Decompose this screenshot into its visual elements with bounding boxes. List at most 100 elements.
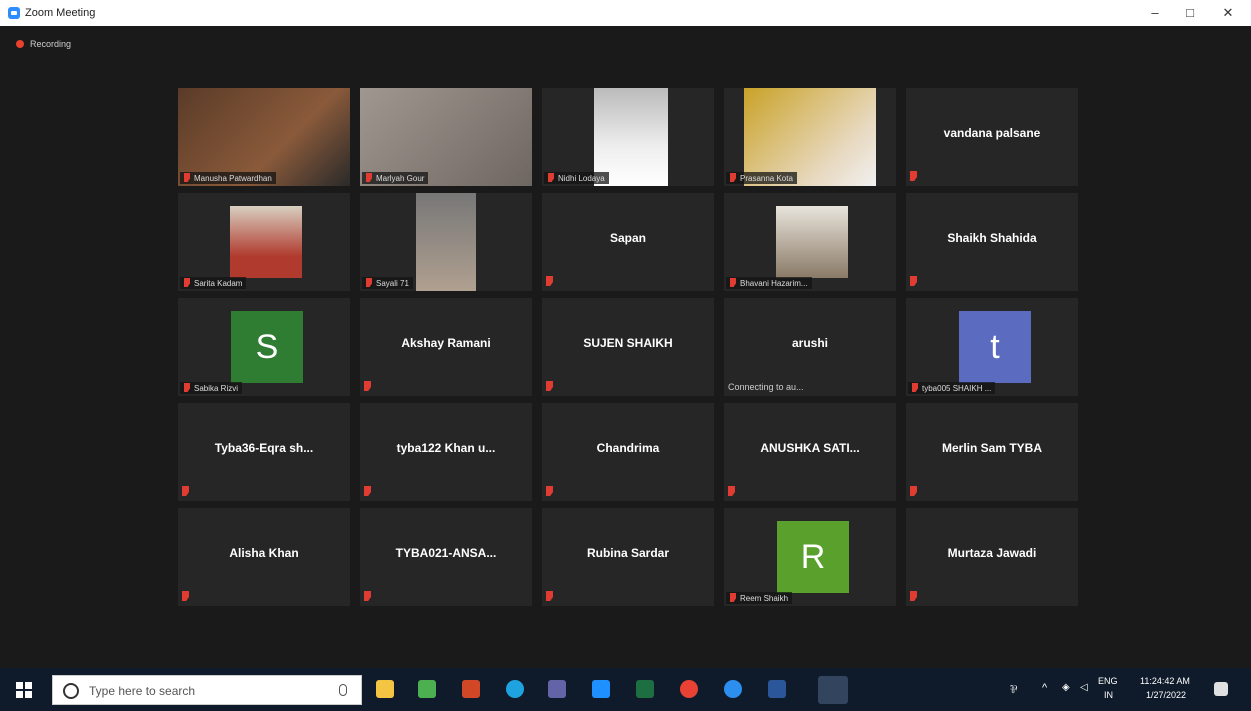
participant-tile[interactable]: Nidhi Lodaya	[542, 88, 714, 186]
mic-muted-icon	[546, 591, 553, 601]
internet-explorer-icon[interactable]	[724, 680, 742, 698]
participant-name: vandana palsane	[943, 126, 1041, 140]
region-label[interactable]: IN	[1104, 690, 1113, 700]
microphone-icon[interactable]	[339, 684, 347, 696]
zoom-app-icon	[8, 7, 20, 19]
participant-avatar: t	[959, 311, 1031, 383]
meeting-gallery-view: Recording Manusha Patwardhan Marlyah Gour…	[0, 26, 1251, 668]
zoom-taskbar-icon[interactable]	[818, 676, 848, 704]
participant-tile[interactable]: t tyba005 SHAIKH ...	[906, 298, 1078, 396]
search-placeholder: Type here to search	[89, 684, 196, 698]
mic-muted-icon	[910, 171, 917, 181]
participant-name: Chandrima	[596, 441, 660, 455]
mic-muted-icon	[730, 173, 736, 182]
participant-name-label: Bhavani Hazarim...	[726, 277, 812, 289]
mic-muted-icon	[184, 278, 190, 287]
participant-name: TYBA021-ANSA...	[395, 546, 497, 560]
participant-name: Murtaza Jawadi	[947, 546, 1037, 560]
participant-tile[interactable]: Merlin Sam TYBA	[906, 403, 1078, 501]
participant-tile[interactable]: Sayali 71	[360, 193, 532, 291]
participant-name-label: Sabika Rizvi	[180, 382, 243, 394]
participant-tile[interactable]: Tyba36-Eqra sh...	[178, 403, 350, 501]
mic-muted-icon	[184, 383, 190, 392]
mail-icon[interactable]	[592, 680, 610, 698]
window-title: Zoom Meeting	[25, 7, 96, 19]
mic-muted-icon	[912, 383, 918, 392]
clock-date[interactable]: 1/27/2022	[1146, 690, 1186, 700]
mic-muted-icon	[546, 486, 553, 496]
participant-tile[interactable]: Prasanna Kota	[724, 88, 896, 186]
excel-icon[interactable]	[636, 680, 654, 698]
chrome-icon[interactable]	[680, 680, 698, 698]
network-icon[interactable]: ◈	[1062, 682, 1070, 693]
word-icon[interactable]	[768, 680, 786, 698]
participant-name-label: Marlyah Gour	[362, 172, 429, 184]
record-icon	[16, 40, 24, 48]
mic-muted-icon	[364, 591, 371, 601]
participant-tile[interactable]: Sarita Kadam	[178, 193, 350, 291]
participant-tile[interactable]: tyba122 Khan u...	[360, 403, 532, 501]
participant-tile[interactable]: Akshay Ramani	[360, 298, 532, 396]
connecting-audio-status: Connecting to au...	[728, 382, 804, 392]
mic-muted-icon	[548, 173, 554, 182]
participant-tile[interactable]: Murtaza Jawadi	[906, 508, 1078, 606]
mic-muted-icon	[730, 278, 736, 287]
participant-tile[interactable]: Bhavani Hazarim...	[724, 193, 896, 291]
people-icon[interactable]: ⅌	[1010, 682, 1017, 697]
mic-muted-icon	[910, 486, 917, 496]
windows-start-button[interactable]	[16, 682, 32, 698]
mic-muted-icon	[546, 276, 553, 286]
participant-name-label: Sarita Kadam	[180, 277, 247, 289]
mic-muted-icon	[182, 486, 189, 496]
participant-name-label: Sayali 71	[362, 277, 413, 289]
mic-muted-icon	[730, 593, 736, 602]
participant-tile[interactable]: Marlyah Gour	[360, 88, 532, 186]
participant-name-label: tyba005 SHAIKH ...	[908, 382, 996, 394]
mic-muted-icon	[184, 173, 190, 182]
participant-tile[interactable]: Shaikh Shahida	[906, 193, 1078, 291]
participant-tile[interactable]: arushi Connecting to au...	[724, 298, 896, 396]
mic-muted-icon	[364, 486, 371, 496]
close-button[interactable]: ✕	[1213, 3, 1243, 23]
participant-tile[interactable]: vandana palsane	[906, 88, 1078, 186]
show-hidden-icons[interactable]: ^	[1042, 682, 1047, 694]
edge-icon[interactable]	[506, 680, 524, 698]
participant-tile[interactable]: Alisha Khan	[178, 508, 350, 606]
mic-muted-icon	[910, 591, 917, 601]
participant-tile[interactable]: Rubina Sardar	[542, 508, 714, 606]
participant-name: ANUSHKA SATI...	[760, 441, 860, 455]
participant-name: Merlin Sam TYBA	[941, 441, 1043, 455]
participant-name: Shaikh Shahida	[947, 231, 1037, 245]
recording-indicator[interactable]: Recording	[16, 39, 71, 49]
calculator-app-icon[interactable]	[418, 680, 436, 698]
participant-profile-picture	[776, 206, 848, 278]
language-label[interactable]: ENG	[1098, 676, 1118, 686]
participant-tile[interactable]: ANUSHKA SATI...	[724, 403, 896, 501]
participant-tile[interactable]: Sapan	[542, 193, 714, 291]
minimize-button[interactable]: –	[1140, 3, 1170, 23]
clock-time[interactable]: 11:24:42 AM	[1140, 676, 1190, 686]
maximize-button[interactable]: □	[1175, 3, 1205, 23]
participant-tile[interactable]: TYBA021-ANSA...	[360, 508, 532, 606]
notifications-icon[interactable]	[1214, 682, 1228, 696]
participant-tile[interactable]: Manusha Patwardhan	[178, 88, 350, 186]
powerpoint-icon[interactable]	[462, 680, 480, 698]
taskbar-search-box[interactable]: Type here to search	[52, 675, 362, 705]
participant-name: Akshay Ramani	[401, 336, 491, 350]
mic-muted-icon	[364, 381, 371, 391]
participant-name: Sapan	[609, 231, 646, 245]
mic-muted-icon	[366, 278, 372, 287]
volume-icon[interactable]: ◁	[1080, 682, 1088, 693]
participant-tile[interactable]: S Sabika Rizvi	[178, 298, 350, 396]
windows-taskbar: Type here to search ⅌ ^ ◈ ◁ ENG IN 11:24…	[0, 668, 1251, 711]
mic-muted-icon	[910, 276, 917, 286]
teams-icon[interactable]	[548, 680, 566, 698]
participant-tile[interactable]: R Reem Shaikh	[724, 508, 896, 606]
participant-avatar: R	[777, 521, 849, 593]
store-icon[interactable]	[376, 680, 394, 698]
participant-name: arushi	[791, 336, 828, 350]
participant-name-label: Prasanna Kota	[726, 172, 797, 184]
participant-tile[interactable]: Chandrima	[542, 403, 714, 501]
participant-name: tyba122 Khan u...	[396, 441, 496, 455]
participant-tile[interactable]: SUJEN SHAIKH	[542, 298, 714, 396]
